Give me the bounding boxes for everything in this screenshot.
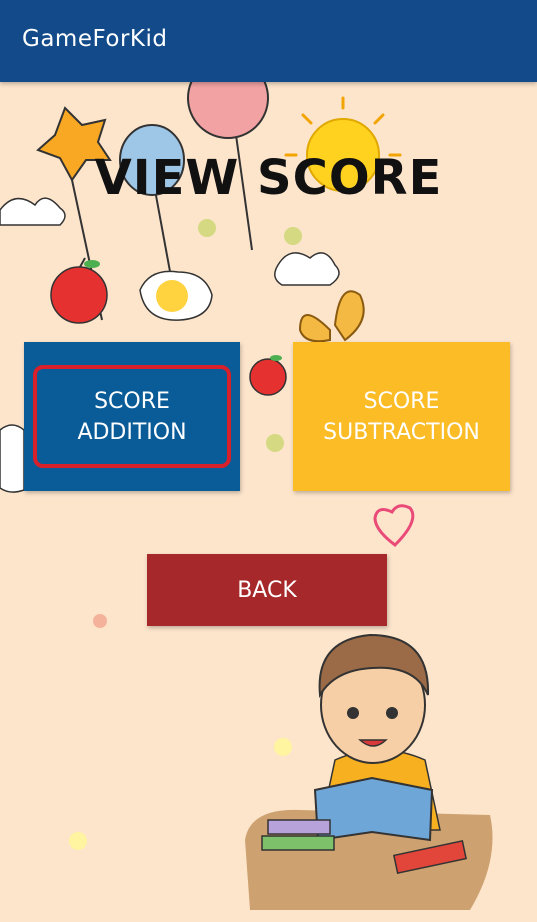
score-addition-label-line1: SCORE <box>94 388 170 414</box>
page-title: VIEW SCORE <box>94 150 443 206</box>
score-subtraction-label-line2: SUBTRACTION <box>323 419 480 445</box>
score-subtraction-label-line1: SCORE <box>363 388 440 414</box>
apple-icon <box>50 257 108 324</box>
boy-reading-illustration <box>245 633 493 910</box>
score-subtraction-button[interactable]: SCORE SUBTRACTION <box>293 342 510 491</box>
back-label: BACK <box>237 577 297 603</box>
apple-icon <box>249 355 287 396</box>
score-addition-label-line2: ADDITION <box>77 419 187 445</box>
score-addition-button[interactable]: SCORE ADDITION <box>24 342 240 491</box>
app-title: GameForKid <box>22 26 168 52</box>
butterfly-icon <box>298 290 365 343</box>
background-illustration <box>0 82 493 910</box>
fried-egg-icon <box>139 270 213 321</box>
cloud-icon <box>274 252 340 286</box>
back-button[interactable]: BACK <box>147 554 387 626</box>
score-addition-highlight: SCORE ADDITION <box>33 365 231 468</box>
heart-icon <box>373 504 415 547</box>
app-bar: GameForKid <box>0 0 537 82</box>
cloud-icon <box>0 424 25 493</box>
